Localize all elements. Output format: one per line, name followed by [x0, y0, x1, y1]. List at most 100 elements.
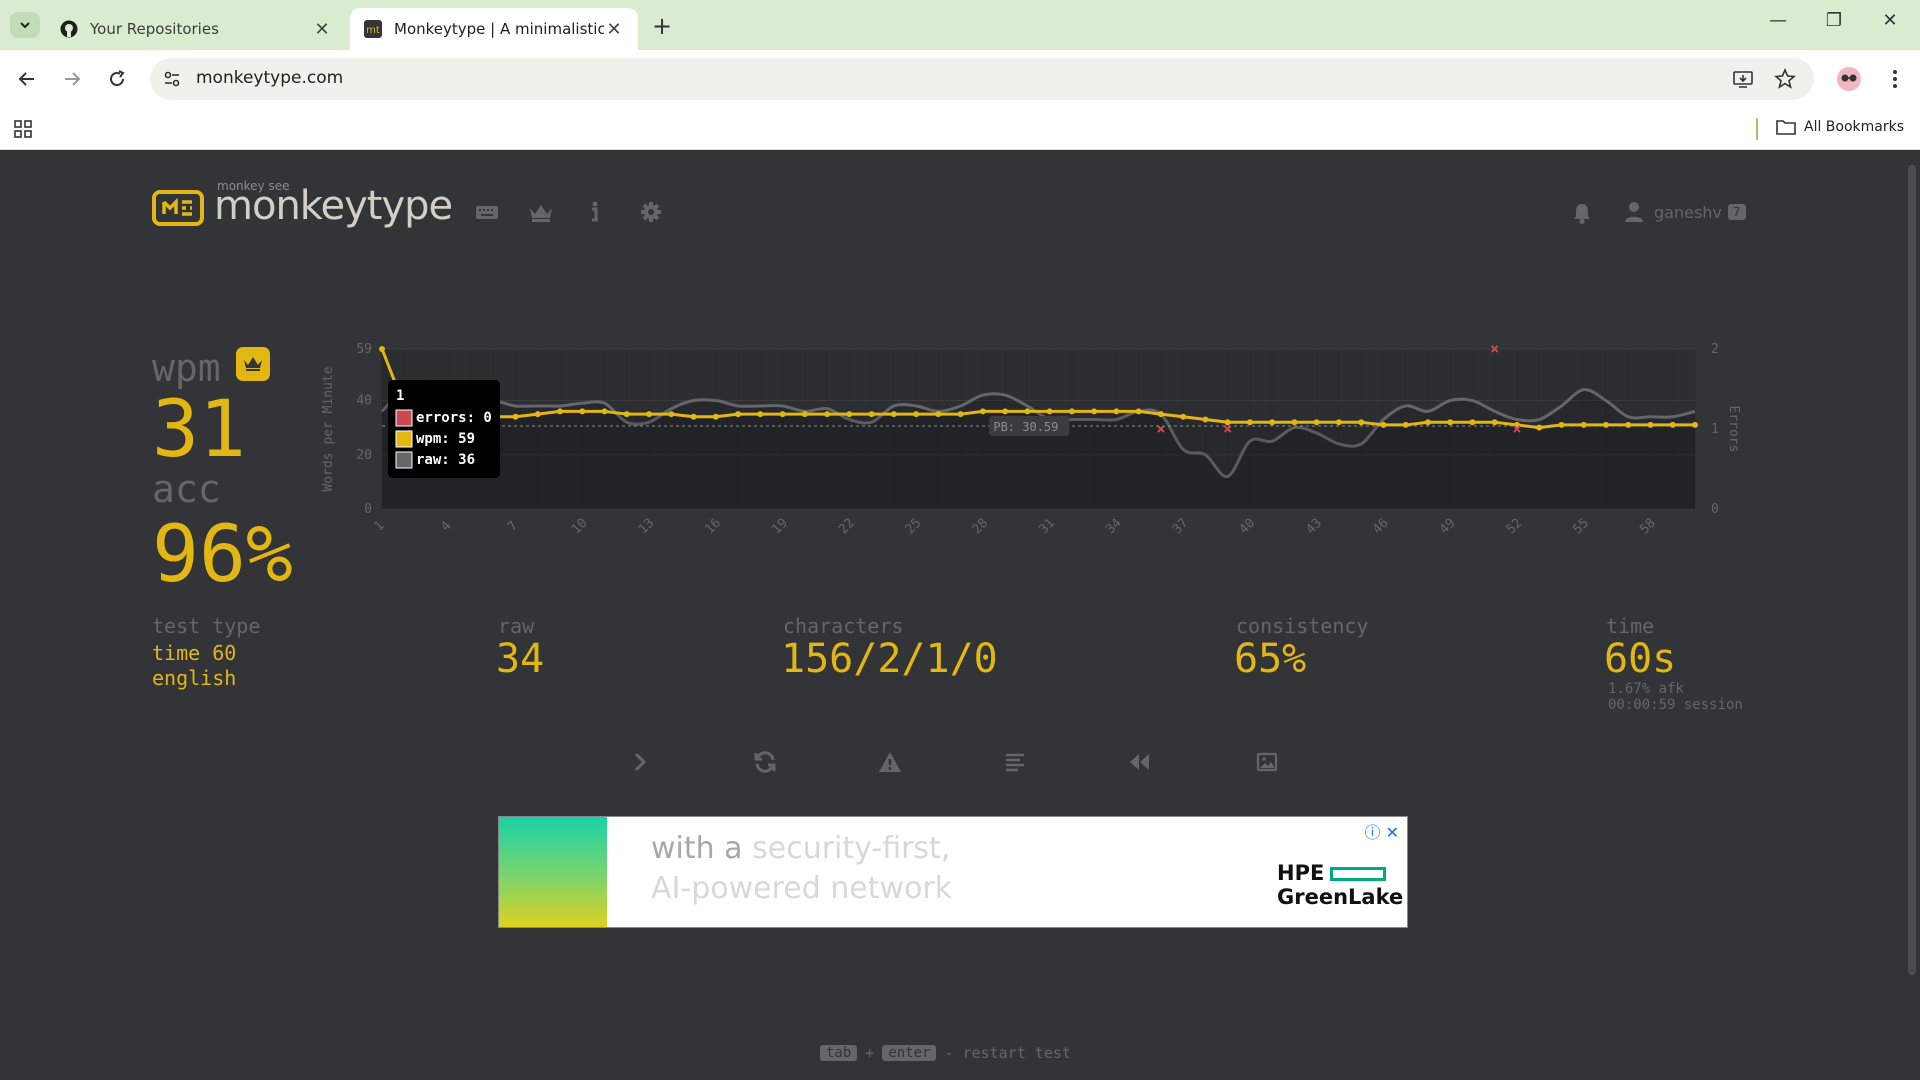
- wpm-point: [1424, 419, 1431, 426]
- x-tick-label: 31: [1036, 516, 1058, 538]
- save-screenshot-image-icon[interactable]: [1256, 751, 1278, 773]
- info-icon[interactable]: [590, 201, 600, 223]
- reload-button[interactable]: [102, 64, 132, 94]
- chevron-down-icon: [20, 22, 30, 29]
- y2-axis-title: Errors: [1726, 406, 1741, 453]
- install-app-icon[interactable]: [1732, 68, 1754, 90]
- address-bar[interactable]: monkeytype.com: [150, 58, 1814, 100]
- browser-menu-button[interactable]: [1880, 64, 1910, 94]
- bookmarks-bar: All Bookmarks: [0, 108, 1920, 150]
- ad-brand-logo: HPE GreenLake: [1277, 861, 1404, 909]
- session-time: 00:00:59 session: [1608, 697, 1743, 713]
- wpm-point: [1046, 408, 1053, 415]
- wpm-point: [1246, 419, 1253, 426]
- wpm-value: 31: [152, 385, 246, 475]
- wpm-point: [935, 411, 942, 418]
- close-tab-icon[interactable]: ✕: [312, 19, 332, 40]
- arrow-left-icon: [18, 72, 34, 86]
- plus-sign: +: [865, 1044, 875, 1062]
- restore-button[interactable]: ❐: [1814, 10, 1854, 31]
- leaderboard-crown-icon[interactable]: [528, 202, 554, 222]
- tab-title: Monkeytype | A minimalistic, cu: [394, 20, 604, 38]
- ad-copy: with a security-first, AI-powered network: [651, 831, 953, 906]
- wpm-point: [1335, 419, 1342, 426]
- wpm-point: [1536, 424, 1543, 431]
- wpm-point: [1224, 419, 1231, 426]
- all-bookmarks-button[interactable]: All Bookmarks: [1776, 118, 1904, 136]
- wpm-point: [1580, 421, 1587, 428]
- result-chart[interactable]: PB: 30.5959402002101 4 7 10 13 16 19 22 25 28 31 34…: [310, 341, 1760, 591]
- x-tick-label: 10: [569, 516, 591, 538]
- tooltip-swatch: [395, 430, 413, 448]
- restart-test-button[interactable]: [753, 751, 777, 773]
- wpm-point: [1692, 421, 1698, 428]
- report-question-warning-icon[interactable]: [878, 751, 902, 773]
- x-tick-label: 22: [836, 516, 858, 538]
- close-window-button[interactable]: ✕: [1870, 10, 1910, 31]
- keyboard-logo-icon: [152, 190, 204, 226]
- bookmark-star-icon[interactable]: [1774, 68, 1796, 90]
- crown-icon: [244, 357, 262, 371]
- restart-hint: tab + enter - restart test: [820, 1044, 1071, 1062]
- restart-hint-text: - restart test: [944, 1044, 1071, 1062]
- keyboard-icon[interactable]: [475, 203, 499, 221]
- wpm-point: [512, 413, 519, 420]
- page-scrollbar[interactable]: [1908, 165, 1916, 975]
- apps-grid-icon[interactable]: [14, 120, 32, 138]
- minimize-button[interactable]: —: [1758, 10, 1798, 31]
- wpm-point: [601, 408, 608, 415]
- y2-tick-label: 2: [1711, 342, 1719, 357]
- tab-search-button[interactable]: [10, 12, 40, 38]
- afk-percent: 1.67% afk: [1608, 681, 1684, 697]
- wpm-point: [1625, 421, 1632, 428]
- next-test-button[interactable]: [632, 751, 648, 773]
- replay-rewind-icon[interactable]: [1128, 751, 1152, 773]
- pb-label: PB: 30.59: [993, 420, 1058, 434]
- wpm-point: [712, 413, 719, 420]
- enter-key: enter: [882, 1045, 937, 1061]
- tooltip-row: wpm: 59: [416, 431, 475, 447]
- account-button[interactable]: ganeshv 7: [1624, 201, 1746, 223]
- tooltip-swatch: [395, 451, 413, 469]
- wpm-point: [534, 411, 541, 418]
- time-label: time: [1606, 614, 1655, 638]
- bookmarks-divider: [1756, 118, 1758, 140]
- x-tick-label: 19: [769, 516, 791, 538]
- word-history-icon[interactable]: [1004, 751, 1026, 773]
- back-button[interactable]: [12, 64, 42, 94]
- x-tick-label: 28: [970, 516, 992, 538]
- notifications-bell-icon[interactable]: [1572, 202, 1592, 224]
- wpm-point: [824, 411, 831, 418]
- wpm-point: [1447, 419, 1454, 426]
- ad-choices-close[interactable]: ⓘ ✕: [1365, 819, 1400, 843]
- y-tick-label: 59: [356, 342, 372, 357]
- close-tab-icon[interactable]: ✕: [604, 19, 624, 40]
- wpm-point: [1313, 419, 1320, 426]
- wpm-point: [1157, 411, 1164, 418]
- new-tab-button[interactable]: +: [652, 12, 672, 40]
- settings-gear-icon[interactable]: [640, 201, 662, 223]
- x-tick-label: 25: [903, 516, 925, 538]
- user-level-badge: 7: [1727, 204, 1746, 220]
- site-info-icon[interactable]: [162, 69, 182, 89]
- folder-icon: [1776, 120, 1796, 135]
- tab-title: Your Repositories: [90, 20, 219, 38]
- wpm-point: [1558, 421, 1565, 428]
- advertisement-banner[interactable]: with a security-first, AI-powered network…: [498, 816, 1408, 928]
- wpm-point: [1602, 421, 1609, 428]
- github-icon: [60, 20, 78, 38]
- wpm-point: [979, 408, 986, 415]
- wpm-point: [1068, 408, 1075, 415]
- profile-avatar[interactable]: [1834, 64, 1864, 94]
- wpm-point: [1491, 419, 1498, 426]
- tab-monkeytype[interactable]: mt Monkeytype | A minimalistic, cu ✕: [350, 8, 638, 50]
- monkeytype-logo[interactable]: monkey see monkeytype: [152, 179, 453, 231]
- forward-button[interactable]: [57, 64, 87, 94]
- tab-your-repositories[interactable]: Your Repositories ✕: [46, 8, 346, 50]
- raw-label: raw: [498, 614, 535, 638]
- wpm-label: wpm: [152, 346, 221, 390]
- x-tick-label: 34: [1103, 516, 1125, 538]
- wpm-point: [379, 346, 385, 352]
- x-tick-label: 58: [1637, 516, 1659, 538]
- wpm-point: [1380, 421, 1387, 428]
